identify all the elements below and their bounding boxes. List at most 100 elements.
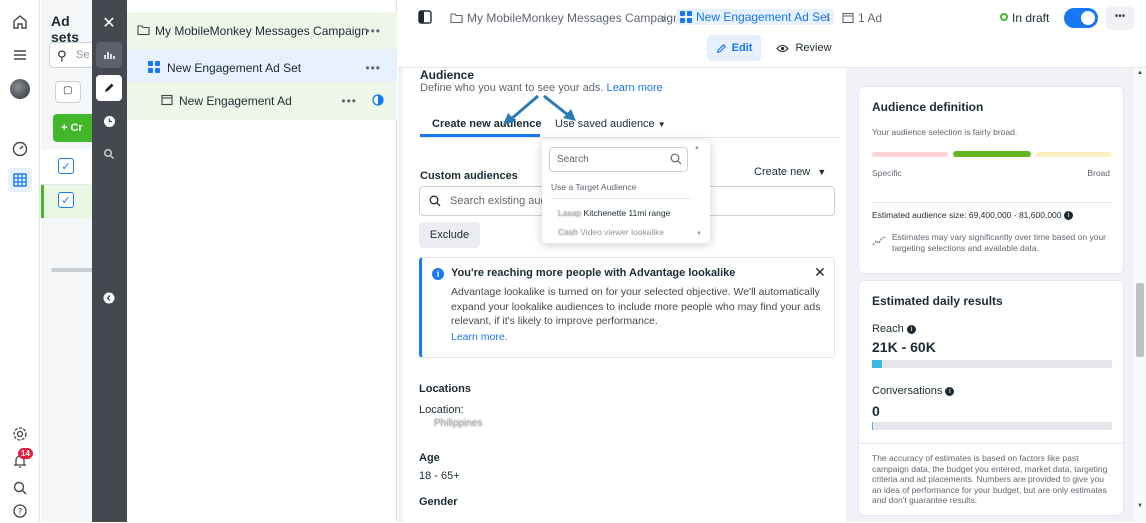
reach-value: 21K - 60K (872, 339, 936, 355)
conversations-label-row: Conversations i (872, 385, 955, 397)
card-divider (859, 443, 1125, 444)
scroll-up-icon[interactable]: ▲ (1137, 70, 1143, 76)
row-checkbox[interactable]: ✓ (58, 192, 74, 208)
view-toggle-button[interactable]: ▢ (55, 81, 81, 103)
create-new-dropdown[interactable]: Create new ▼ (754, 166, 826, 178)
folder-icon: ▢ (63, 85, 73, 96)
settings-icon[interactable] (8, 422, 32, 446)
pencil-icon (716, 43, 726, 53)
tab-divider (420, 137, 840, 138)
scrollbar-thumb[interactable] (1136, 283, 1144, 357)
ad-sets-title: Ad sets (51, 13, 80, 45)
avatar[interactable] (8, 77, 32, 101)
saved-audience-search-input[interactable]: Search (549, 147, 688, 172)
tree-campaign-label: My MobileMonkey Messages Campaign (155, 24, 368, 38)
notice-learn-more-link[interactable]: Learn more. (451, 331, 508, 343)
select-all-checkbox[interactable]: ✓ (58, 158, 74, 174)
close-icon[interactable]: ✕ (814, 264, 826, 281)
breadcrumb-campaign[interactable]: My MobileMonkey Messages Campaign (450, 11, 680, 25)
tool-strip: ✕ (92, 0, 127, 522)
folder-icon (450, 13, 463, 24)
age-title: Age (419, 452, 440, 464)
horizontal-scrollbar[interactable] (51, 268, 96, 272)
custom-audiences-label: Custom audiences (420, 170, 518, 182)
custom-audience-search-placeholder: Search existing aud (450, 195, 547, 207)
audience-size-row: Estimated audience size: 69,400,000 - 81… (872, 210, 1073, 221)
info-icon[interactable]: i (906, 324, 916, 334)
eye-icon (776, 44, 790, 52)
caret-down-icon: ▼ (817, 167, 827, 177)
scroll-up-icon[interactable]: ▲ (694, 145, 700, 151)
ad-set-toggle[interactable] (1064, 8, 1098, 28)
age-value: 18 - 65+ (419, 470, 460, 482)
help-icon[interactable]: ? (8, 499, 32, 523)
ad-icon (842, 12, 854, 24)
edit-button[interactable]: Edit (707, 35, 761, 61)
gauge-broad-label: Broad (1087, 168, 1110, 178)
learn-more-link[interactable]: Learn more (607, 82, 663, 94)
reach-bar (872, 360, 1112, 368)
clock-icon[interactable] (96, 108, 122, 134)
tree-campaign-row[interactable]: My MobileMonkey Messages Campaign ••• (127, 12, 397, 50)
saved-audience-item[interactable]: Lasap Kitchenette 11mi range (558, 208, 670, 218)
chevron-right-icon: › (662, 11, 666, 25)
adset-grid-icon (680, 11, 692, 23)
dashboard-icon[interactable] (8, 137, 32, 161)
exclude-button[interactable]: Exclude (419, 222, 480, 248)
more-icon[interactable]: ••• (365, 24, 381, 38)
review-label: Review (795, 42, 832, 54)
close-icon[interactable]: ✕ (96, 10, 122, 36)
info-icon[interactable]: i (1063, 211, 1073, 221)
collapse-icon[interactable] (96, 285, 122, 311)
gauge-broad-segment (1035, 152, 1112, 157)
home-icon[interactable] (8, 10, 32, 34)
page-scrollbar[interactable]: ▲ ▼ (1134, 68, 1146, 522)
location-value: Philippines (434, 418, 483, 429)
sidebar-toggle-icon[interactable] (418, 10, 432, 27)
more-options-button[interactable]: ••• (1106, 6, 1134, 30)
breadcrumb-adset-label: New Engagement Ad Set (696, 10, 831, 24)
saved-audience-dropdown: Search ▲ Use a Target Audience Lasap Kit… (542, 140, 710, 243)
search-icon[interactable] (8, 476, 32, 500)
conversations-value: 0 (872, 403, 880, 419)
dropdown-divider (551, 198, 691, 199)
menu-icon[interactable] (8, 43, 32, 67)
target-audience-section-label: Use a Target Audience (551, 182, 637, 192)
more-icon[interactable]: ••• (341, 94, 357, 108)
caret-down-icon: ▼ (657, 120, 666, 129)
folder-icon (137, 24, 150, 39)
audience-section: Audience Define who you want to see your… (398, 68, 846, 522)
pencil-icon[interactable] (96, 75, 122, 101)
gauge-specific-label: Specific (872, 168, 902, 178)
estimates-panel: Audience definition Your audience select… (846, 68, 1134, 522)
status-half-icon (372, 94, 384, 109)
more-icon[interactable]: ••• (365, 61, 381, 75)
notice-title: You're reaching more people with Advanta… (451, 267, 736, 279)
notice-body: Advantage lookalike is turned on for you… (451, 286, 821, 327)
info-icon[interactable]: i (945, 386, 955, 396)
breadcrumb-campaign-label: My MobileMonkey Messages Campaign (467, 11, 680, 25)
left-rail: 14 ? (0, 0, 40, 522)
reach-label-row: Reach i (872, 323, 916, 335)
saved-audience-item[interactable]: Cash Video viewer lookalike (558, 227, 664, 237)
estimated-daily-results-card: Estimated daily results Reach i 21K - 60… (858, 280, 1125, 516)
search-icon: ⚲ (57, 48, 67, 63)
conversations-bar-fill (872, 422, 873, 430)
chart-icon[interactable] (96, 42, 122, 68)
ad-sets-search-placeholder: Se (76, 49, 90, 61)
breadcrumb-adset[interactable]: New Engagement Ad Set (676, 9, 835, 25)
zoom-icon[interactable] (96, 141, 122, 167)
audience-definition-title: Audience definition (872, 100, 984, 114)
breadcrumb-ad-label: 1 Ad (858, 11, 883, 25)
tree-ad-row[interactable]: New Engagement Ad ••• (127, 82, 397, 120)
gender-title: Gender (419, 496, 458, 508)
scroll-down-icon[interactable]: ▼ (1137, 503, 1143, 509)
saved-audience-search-placeholder: Search (557, 154, 589, 165)
grid-icon[interactable] (8, 168, 32, 192)
svg-text:?: ? (18, 508, 23, 518)
ad-sets-column: Ad sets ⚲ Se ▢ + Cr ✓ ✓ (41, 0, 109, 522)
breadcrumb-ad[interactable]: 1 Ad (842, 11, 882, 25)
review-button[interactable]: Review (774, 35, 834, 61)
scroll-down-icon[interactable]: ▼ (696, 231, 702, 237)
audience-title: Audience (420, 68, 475, 82)
